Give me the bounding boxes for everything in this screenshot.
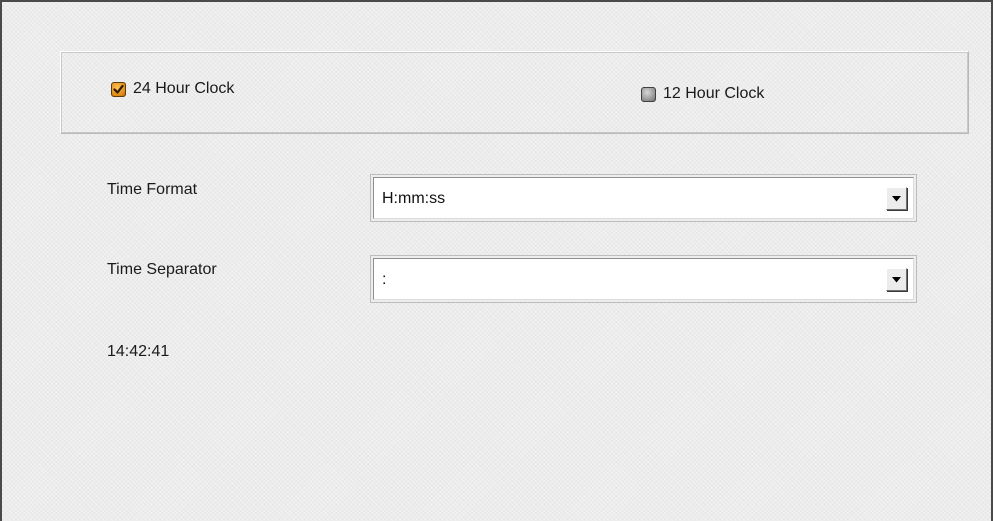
time-format-value: H:mm:ss [382,190,446,207]
time-format-field[interactable]: H:mm:ss [373,177,914,219]
24-hour-clock-label: 24 Hour Clock [133,80,235,97]
time-separator-field[interactable]: : [373,258,914,300]
time-format-dropdown[interactable]: H:mm:ss [370,174,917,222]
time-separator-value: : [382,271,387,288]
time-format-dropdown-button[interactable] [886,187,907,210]
chevron-down-icon [892,195,901,201]
time-separator-dropdown-button[interactable] [886,268,907,291]
24-hour-clock-option[interactable]: 24 Hour Clock [111,80,234,98]
clock-mode-group: 24 Hour Clock 12 Hour Clock [60,51,969,134]
12-hour-clock-option[interactable]: 12 Hour Clock [641,85,764,103]
current-time-readout: 14:42:41 [107,343,170,360]
checked-box-icon[interactable] [111,81,126,97]
time-separator-label: Time Separator [107,261,217,278]
time-settings-panel: 24 Hour Clock 12 Hour Clock Time Format … [0,0,993,521]
chevron-down-icon [892,276,901,282]
time-separator-dropdown[interactable]: : [370,255,917,303]
unchecked-box-icon[interactable] [641,86,656,102]
time-format-label: Time Format [107,181,198,198]
12-hour-clock-label: 12 Hour Clock [663,85,765,102]
